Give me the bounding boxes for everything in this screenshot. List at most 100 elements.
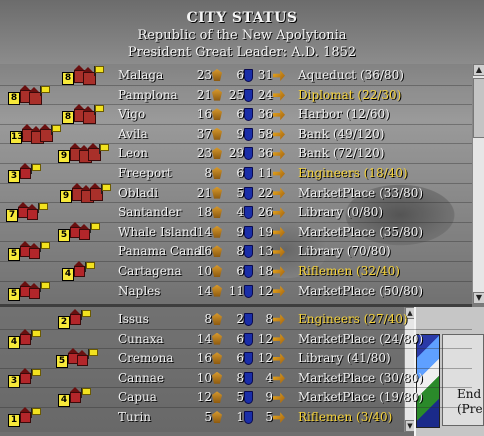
scroll-down-arrow-icon[interactable]: ▼ xyxy=(473,292,484,304)
production-item[interactable]: MarketPlace (33/80) xyxy=(298,186,423,200)
city-row[interactable]: Cannae 10 8 4 MarketPlace (30/80) xyxy=(0,369,472,389)
production-item[interactable]: MarketPlace (50/80) xyxy=(298,284,423,298)
production-progress: (22/30) xyxy=(357,87,402,102)
food-icon xyxy=(212,127,222,140)
food-icon xyxy=(212,265,222,277)
city-name[interactable]: Avila xyxy=(118,127,148,141)
city-row[interactable]: Freeport 8 6 11 Engineers (18/40) xyxy=(0,164,472,184)
city-size-badge: 9 xyxy=(58,150,70,164)
shields-value: 8 xyxy=(236,244,244,259)
trade-icon xyxy=(273,128,285,140)
production-item[interactable]: Library (70/80) xyxy=(298,244,391,258)
trade-value: 18 xyxy=(257,264,273,278)
trade-value: 26 xyxy=(257,205,273,220)
production-item[interactable]: Engineers (27/40) xyxy=(298,312,408,326)
production-item[interactable]: Harbor (12/60) xyxy=(298,107,390,121)
production-item[interactable]: MarketPlace (35/80) xyxy=(298,225,423,239)
city-name[interactable]: Whale Island xyxy=(118,225,197,239)
trade-value: 8 xyxy=(265,312,273,326)
flag-icon xyxy=(32,329,41,337)
scroll-up-arrow-icon[interactable]: ▲ xyxy=(473,64,484,76)
city-row[interactable]: Turin 5 1 5 Riflemen (3/40) xyxy=(0,408,472,428)
production-item[interactable]: MarketPlace (19/80) xyxy=(298,390,423,404)
food-value: 10 xyxy=(196,264,212,278)
city-name[interactable]: Cremona xyxy=(118,351,174,365)
city-row[interactable]: Cunaxa 14 6 12 MarketPlace (24/80) xyxy=(0,330,472,350)
flag-icon xyxy=(41,281,50,289)
production-item[interactable]: Riflemen (32/40) xyxy=(298,264,400,278)
production-item[interactable]: Engineers (18/40) xyxy=(298,166,408,180)
city-size-badge: 2 xyxy=(58,316,70,329)
production-item[interactable]: MarketPlace (24/80) xyxy=(298,332,423,346)
production-name: Riflemen xyxy=(298,410,353,424)
food-value: 5 xyxy=(204,410,212,424)
production-name: MarketPlace xyxy=(298,185,376,200)
trade-value: 12 xyxy=(257,351,273,366)
trade-value: 24 xyxy=(257,87,273,102)
flag-icon xyxy=(86,262,95,269)
production-name: MarketPlace xyxy=(298,390,376,405)
food-value: 16 xyxy=(196,244,212,259)
city-row[interactable]: Pamplona 21 25 24 Diplomat (22/30) xyxy=(0,86,472,106)
shields-value: 6 xyxy=(236,166,244,180)
production-item[interactable]: MarketPlace (30/80) xyxy=(298,371,423,385)
flag-icon xyxy=(32,408,41,415)
trade-icon xyxy=(273,207,285,219)
production-name: Harbor xyxy=(298,107,342,122)
food-icon xyxy=(212,147,222,160)
shields-value: 29 xyxy=(228,146,244,161)
production-item[interactable]: Aqueduct (36/80) xyxy=(298,68,404,82)
food-value: 23 xyxy=(196,68,212,82)
city-name[interactable]: Cunaxa xyxy=(118,332,164,346)
food-value: 14 xyxy=(196,283,212,298)
city-row[interactable]: Avila 37 9 58 Bank (49/120) xyxy=(0,125,472,145)
production-item[interactable]: Bank (72/120) xyxy=(298,146,384,160)
city-name[interactable]: Santander xyxy=(118,205,181,219)
trade-value: 9 xyxy=(265,390,273,405)
city-name[interactable]: Obladi xyxy=(118,186,158,200)
city-size-badge: 5 xyxy=(56,355,68,369)
city-row[interactable]: Panama Canal 16 8 13 Library (70/80) xyxy=(0,242,472,262)
production-item[interactable]: Library (41/80) xyxy=(298,351,391,365)
city-name[interactable]: Pamplona xyxy=(118,88,178,102)
production-name: Engineers xyxy=(298,312,360,326)
trade-icon xyxy=(273,187,285,199)
city-row[interactable]: Naples 14 11 12 MarketPlace (50/80) xyxy=(0,282,472,302)
trade-value: 5 xyxy=(265,410,273,424)
city-name[interactable]: Vigo xyxy=(118,107,145,121)
city-row[interactable]: Santander 18 4 26 Library (0/80) xyxy=(0,203,472,223)
production-item[interactable]: Diplomat (22/30) xyxy=(298,88,401,102)
city-name[interactable]: Issus xyxy=(118,312,149,326)
city-name[interactable]: Turin xyxy=(118,410,151,424)
city-name[interactable]: Leon xyxy=(118,146,148,160)
city-size-badge: 3 xyxy=(8,374,20,388)
shields-value: 6 xyxy=(236,107,244,122)
production-name: MarketPlace xyxy=(298,370,376,385)
production-progress: (32/40) xyxy=(356,264,400,278)
production-name: Engineers xyxy=(298,166,360,180)
flag-icon xyxy=(100,144,109,152)
production-item[interactable]: Riflemen (3/40) xyxy=(298,410,392,424)
city-name[interactable]: Capua xyxy=(118,390,157,404)
food-value: 8 xyxy=(204,166,212,180)
city-name[interactable]: Cartagena xyxy=(118,264,182,278)
production-name: MarketPlace xyxy=(298,331,376,346)
city-name[interactable]: Cannae xyxy=(118,371,164,385)
city-name[interactable]: Freeport xyxy=(118,166,172,180)
city-name[interactable]: Malaga xyxy=(118,68,163,82)
trade-icon xyxy=(273,226,285,238)
production-progress: (36/80) xyxy=(359,68,404,82)
trade-icon xyxy=(273,109,285,121)
food-value: 18 xyxy=(196,205,212,220)
production-item[interactable]: Bank (49/120) xyxy=(298,127,384,141)
production-item[interactable]: Library (0/80) xyxy=(298,205,383,219)
trade-icon xyxy=(273,168,285,179)
trade-icon xyxy=(273,372,285,384)
city-name[interactable]: Naples xyxy=(118,284,160,298)
scroll-thumb[interactable] xyxy=(473,78,484,138)
shields-value: 6 xyxy=(236,351,244,366)
shields-value: 4 xyxy=(236,205,244,220)
flag-icon xyxy=(39,203,48,211)
city-list-scrollbar[interactable]: ▲ ▼ xyxy=(472,64,484,304)
food-value: 16 xyxy=(196,351,212,366)
